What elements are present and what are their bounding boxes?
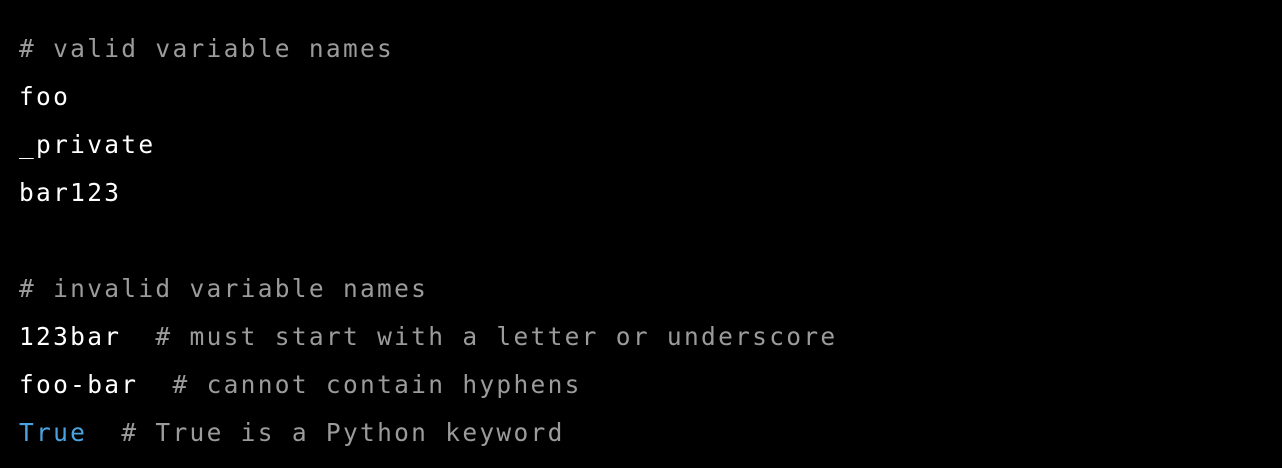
code-line: bar123 <box>19 178 122 207</box>
inline-comment: # cannot contain hyphens <box>172 370 582 399</box>
code-text: 123bar <box>19 322 122 351</box>
code-spacer <box>138 370 172 399</box>
code-line: 123bar # must start with a letter or und… <box>19 313 1282 361</box>
code-text: foo-bar <box>19 370 139 399</box>
inline-comment: # must start with a letter or underscore <box>155 322 838 351</box>
code-block: # valid variable names foo _private bar1… <box>19 25 1282 457</box>
code-line: foo <box>19 82 71 111</box>
code-comment-line: # invalid variable names <box>19 274 429 303</box>
keyword-text: True <box>19 418 88 447</box>
code-line: foo-bar # cannot contain hyphens <box>19 361 1282 409</box>
inline-comment: # True is a Python keyword <box>121 418 565 447</box>
code-line: True # True is a Python keyword <box>19 409 1282 457</box>
code-spacer <box>121 322 155 351</box>
code-line: _private <box>19 130 156 159</box>
code-comment-line: # valid variable names <box>19 34 395 63</box>
code-spacer <box>87 418 121 447</box>
